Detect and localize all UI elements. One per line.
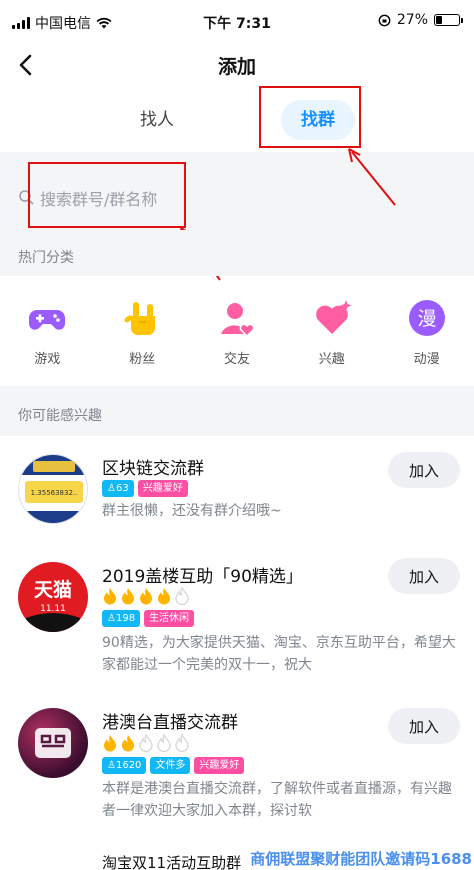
group-tags: ♙63 兴趣爱好 — [102, 480, 188, 497]
next-group-name-partial: 淘宝双11活动互助群 — [102, 854, 242, 870]
group-avatar: 天猫 11.11 — [18, 562, 88, 632]
flame-icon — [175, 587, 189, 605]
group-tags: ♙1620 文件多 兴趣爱好 — [102, 757, 245, 774]
category-label: 粉丝 — [129, 352, 156, 367]
join-button[interactable]: 加入 — [388, 452, 460, 488]
category-label: 兴趣 — [318, 352, 345, 367]
rock-hand-icon — [124, 302, 156, 335]
flame-icon — [158, 588, 170, 605]
group-name: 2019盖楼互助「90精选」 — [102, 567, 303, 587]
heart-icon — [315, 300, 352, 334]
gamepad-icon — [29, 310, 66, 330]
tag-badge: 兴趣爱好 — [137, 480, 188, 497]
join-button[interactable]: 加入 — [388, 708, 460, 744]
category-grid: 游戏 粉丝 交友 兴趣 漫 动漫 — [0, 276, 474, 386]
category-label: 动漫 — [413, 352, 440, 367]
group-item[interactable]: 天猫 11.11 2019盖楼互助「90精选」 ♙198 生活休闲 90精选，为… — [0, 546, 474, 696]
friend-icon — [220, 303, 255, 338]
tag-badge: 文件多 — [150, 757, 191, 774]
watermark: 商佣联盟聚财能团队邀请码1688 — [250, 850, 472, 868]
group-avatar: 1.35563832.. — [18, 454, 88, 524]
svg-text:1.35563832..: 1.35563832.. — [31, 489, 78, 497]
flame-icon — [122, 735, 134, 752]
group-description: 本群是港澳台直播交流群，了解软件或者直播源，有兴趣者一律欢迎大家加入本群，探讨软 — [102, 781, 452, 819]
member-count-badge: ♙63 — [102, 480, 134, 497]
category-interests[interactable]: 兴趣 — [284, 276, 379, 386]
tag-badge: 兴趣爱好 — [194, 757, 245, 774]
group-description: 群主很懒，还没有群介绍哦~ — [102, 503, 282, 519]
member-count-badge: ♙198 — [102, 610, 141, 627]
flame-icon — [157, 734, 171, 752]
category-label: 游戏 — [34, 352, 61, 367]
flame-icon — [139, 734, 153, 752]
group-avatar — [18, 708, 88, 778]
recommend-title: 你可能感兴趣 — [18, 408, 102, 424]
hot-categories-title: 热门分类 — [18, 250, 74, 266]
group-name: 港澳台直播交流群 — [102, 713, 238, 733]
flame-icon — [122, 588, 134, 605]
fire-rating — [102, 587, 190, 605]
flame-icon — [104, 588, 116, 605]
category-anime[interactable]: 漫 动漫 — [379, 276, 474, 386]
group-description: 90精选，为大家提供天猫、淘宝、京东互助平台，希望大家都能过一个完美的双十一，祝… — [102, 635, 456, 673]
svg-text:漫: 漫 — [417, 308, 436, 330]
flame-icon — [175, 734, 189, 752]
category-games[interactable]: 游戏 — [0, 276, 95, 386]
group-name: 区块链交流群 — [102, 459, 204, 479]
member-count-badge: ♙1620 — [102, 757, 147, 774]
join-button[interactable]: 加入 — [388, 558, 460, 594]
group-item[interactable]: 1.35563832.. 区块链交流群 ♙63 兴趣爱好 群主很懒，还没有群介绍… — [0, 436, 474, 546]
group-tags: ♙198 生活休闲 — [102, 610, 195, 627]
category-label: 交友 — [223, 352, 250, 367]
category-fans[interactable]: 粉丝 — [95, 276, 190, 386]
flame-icon — [104, 735, 116, 752]
group-item[interactable]: 港澳台直播交流群 ♙1620 文件多 兴趣爱好 本群是港澳台直播交流群，了解软件… — [0, 696, 474, 846]
svg-text:天猫: 天猫 — [34, 578, 72, 601]
manga-icon: 漫 — [408, 300, 445, 336]
flame-icon — [140, 588, 152, 605]
fire-rating — [102, 734, 190, 752]
svg-text:11.11: 11.11 — [40, 604, 66, 614]
tag-badge: 生活休闲 — [144, 610, 195, 627]
category-friends[interactable]: 交友 — [190, 276, 285, 386]
